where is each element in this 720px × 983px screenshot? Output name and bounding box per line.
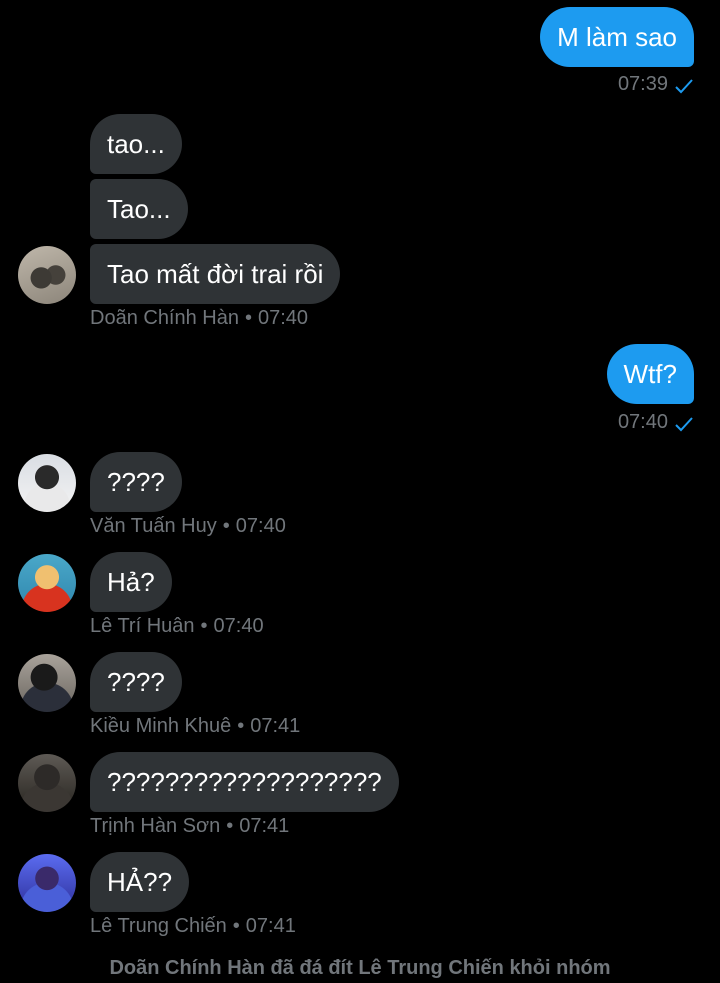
outgoing-message-bubble[interactable]: Wtf? [606, 344, 694, 404]
separator: • [200, 615, 208, 637]
system-message: Doãn Chính Hàn đã đá đít Lê Trung Chiến … [109, 957, 611, 979]
message-timestamp: 07:39 [617, 73, 668, 95]
sender-name[interactable]: Văn Tuấn Huy [90, 515, 217, 537]
incoming-message-bubble[interactable]: Hả? [90, 552, 172, 612]
message-timestamp: 07:40 [617, 411, 668, 433]
message-timestamp: 07:41 [239, 815, 290, 837]
outgoing-message-bubble[interactable]: M làm sao [540, 7, 694, 67]
separator: • [244, 307, 252, 329]
avatar[interactable] [18, 654, 76, 712]
checkmark-icon [674, 76, 694, 96]
message-meta: Kiều Minh Khuê • 07:41 [90, 714, 300, 738]
separator: • [232, 915, 240, 937]
message-timestamp: 07:40 [213, 615, 264, 637]
incoming-message-bubble[interactable]: tao... [90, 114, 182, 174]
separator: • [226, 815, 234, 837]
incoming-message-bubble[interactable]: ??????????????????? [90, 752, 399, 812]
message-meta: Lê Trung Chiến • 07:41 [90, 914, 296, 938]
avatar[interactable] [18, 554, 76, 612]
message-timestamp: 07:41 [250, 715, 301, 737]
sender-name[interactable]: Lê Trung Chiến [90, 915, 227, 937]
incoming-message-bubble[interactable]: ???? [90, 652, 182, 712]
message-timestamp: 07:40 [258, 307, 309, 329]
incoming-message-bubble[interactable]: Tao... [90, 179, 188, 239]
incoming-message-bubble[interactable]: Tao mất đời trai rồi [90, 244, 341, 304]
avatar[interactable] [18, 754, 76, 812]
message-meta: Lê Trí Huân • 07:40 [90, 614, 264, 638]
avatar[interactable] [18, 454, 76, 512]
message-meta: Văn Tuấn Huy • 07:40 [90, 514, 286, 538]
message-timestamp: 07:41 [245, 915, 296, 937]
avatar[interactable] [18, 246, 76, 304]
sender-name[interactable]: Kiều Minh Khuê [90, 715, 231, 737]
incoming-message-bubble[interactable]: HẢ?? [90, 852, 190, 912]
avatar[interactable] [18, 854, 76, 912]
incoming-message-bubble[interactable]: ???? [90, 452, 182, 512]
sender-name[interactable]: Trịnh Hàn Sơn [90, 815, 220, 837]
sender-name[interactable]: Lê Trí Huân [90, 615, 195, 637]
message-meta: Trịnh Hàn Sơn • 07:41 [90, 814, 289, 838]
sender-name[interactable]: Doãn Chính Hàn [90, 307, 239, 329]
message-timestamp: 07:40 [235, 515, 286, 537]
separator: • [237, 715, 245, 737]
separator: • [222, 515, 230, 537]
checkmark-icon [674, 414, 694, 434]
message-meta: Doãn Chính Hàn • 07:40 [90, 306, 308, 330]
